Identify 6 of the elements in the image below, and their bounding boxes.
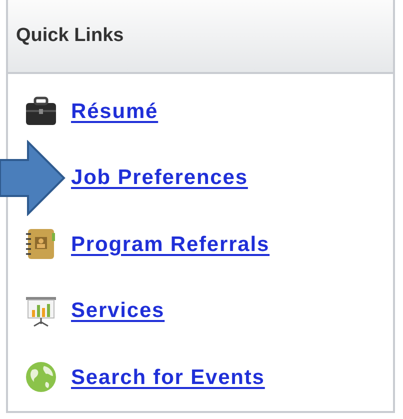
link[interactable]: Search for Events xyxy=(71,362,265,393)
panel-title: Quick Links xyxy=(16,24,124,48)
link[interactable]: Job Preferences xyxy=(71,162,248,194)
link[interactable]: Résumé xyxy=(71,96,158,127)
link[interactable]: Services xyxy=(71,295,165,326)
link[interactable]: Program Referrals xyxy=(71,228,270,260)
